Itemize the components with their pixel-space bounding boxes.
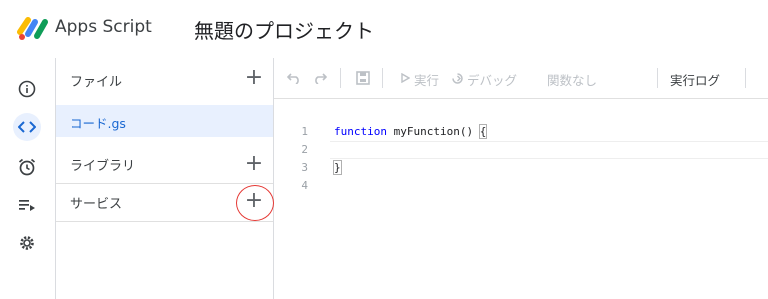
code-editor[interactable]: 1 2 3 4 function myFunction() { }	[274, 99, 768, 299]
gear-icon[interactable]	[13, 229, 41, 257]
function-select[interactable]: 関数なし	[547, 70, 597, 89]
files-panel: ファイル + コード.gs ライブラリ + サービス +	[56, 58, 274, 299]
services-section-label: サービス	[70, 197, 123, 212]
apps-script-logo-icon	[17, 17, 48, 40]
line-number: 3	[301, 161, 308, 174]
line-number: 2	[301, 143, 308, 156]
code-line: }	[333, 160, 342, 175]
alarm-clock-icon[interactable]	[13, 153, 41, 181]
toolbar-separator	[657, 68, 658, 88]
code-icon[interactable]	[13, 113, 41, 141]
play-icon	[398, 68, 412, 88]
toolbar-separator	[340, 68, 341, 88]
executions-icon[interactable]	[13, 191, 41, 219]
divider	[56, 183, 273, 184]
code-keyword: function	[334, 125, 387, 138]
execution-log-button[interactable]: 実行ログ	[670, 70, 720, 89]
left-rail	[0, 58, 56, 299]
project-title[interactable]: 無題のプロジェクト	[194, 15, 374, 44]
line-number: 1	[301, 125, 308, 138]
toolbar-separator	[382, 68, 383, 88]
app-header: Apps Script 無題のプロジェクト	[0, 0, 768, 58]
files-section-label: ファイル	[70, 75, 123, 90]
app-name: Apps Script	[55, 17, 152, 37]
file-item-label: コード.gs	[70, 116, 126, 131]
info-icon[interactable]	[13, 75, 41, 103]
undo-icon[interactable]	[284, 68, 304, 88]
code-text: myFunction()	[386, 125, 480, 138]
editor-toolbar: 実行 デバッグ 関数なし 実行ログ	[274, 58, 768, 99]
add-file-button[interactable]: +	[243, 67, 265, 89]
run-button[interactable]: 実行	[414, 70, 439, 89]
debug-icon	[449, 68, 465, 88]
line-number: 4	[301, 179, 308, 192]
code-brace: {	[478, 124, 488, 139]
divider	[56, 221, 273, 222]
code-line: function myFunction() {	[334, 124, 488, 139]
code-brace: }	[333, 160, 342, 175]
highlight-circle	[236, 185, 274, 221]
toolbar-separator	[745, 68, 746, 88]
file-item[interactable]: コード.gs	[56, 105, 273, 137]
debug-button[interactable]: デバッグ	[467, 70, 517, 89]
libraries-section-label: ライブラリ	[70, 159, 136, 174]
redo-icon[interactable]	[310, 68, 330, 88]
save-icon[interactable]	[353, 68, 373, 88]
add-library-button[interactable]: +	[243, 153, 265, 175]
